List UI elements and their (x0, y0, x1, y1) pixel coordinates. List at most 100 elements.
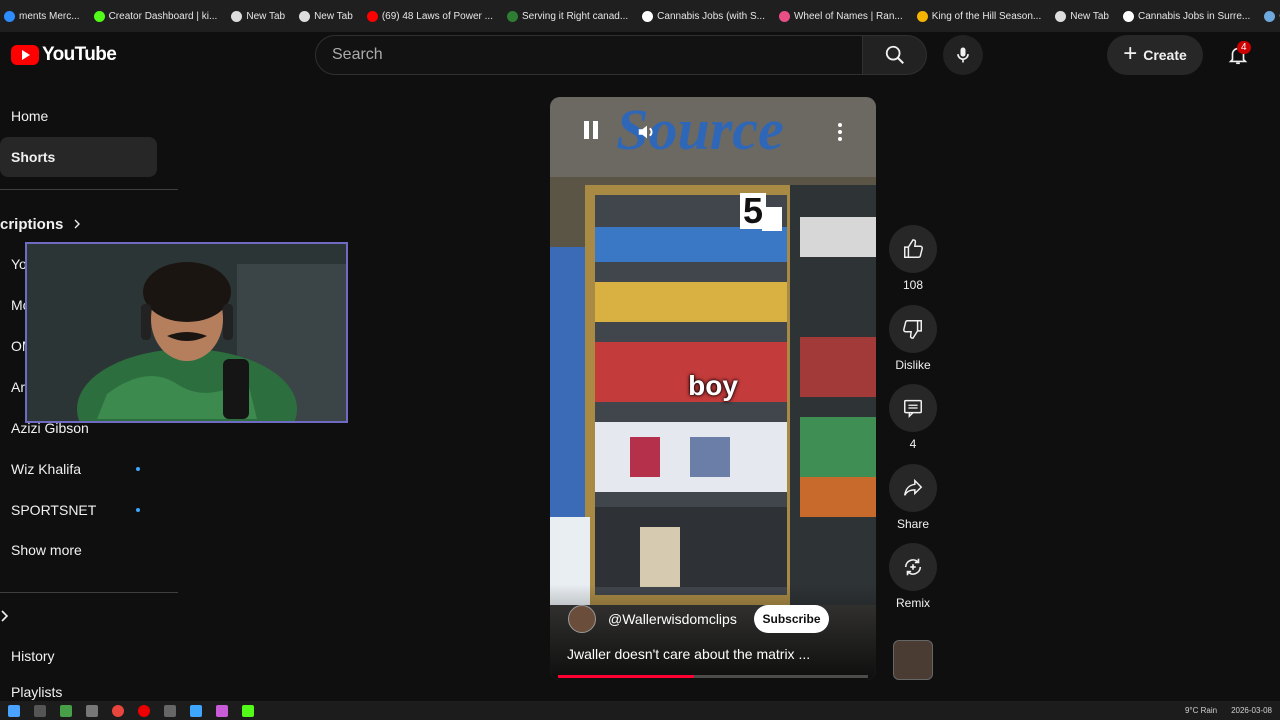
weather-readout[interactable]: 9°C Rain (1185, 706, 1217, 715)
search-box (315, 35, 863, 75)
bookmark-item[interactable]: Serving it Right canad... (506, 10, 629, 22)
plus-icon: + (1123, 40, 1138, 67)
subscribe-button[interactable]: Subscribe (754, 605, 829, 633)
dislike-button[interactable] (889, 305, 937, 353)
comments-button[interactable] (889, 384, 937, 432)
bookmark-item[interactable]: New Tab (299, 10, 353, 22)
bookmark-item[interactable]: New Tab (1055, 10, 1109, 22)
taskbar-app-icon[interactable] (216, 704, 228, 717)
bookmark-item[interactable]: Wheel of Names | Ran... (778, 10, 903, 22)
pause-button[interactable] (580, 121, 602, 143)
chrome-icon[interactable] (112, 704, 124, 717)
sidebar-item-home[interactable]: Home (0, 96, 157, 136)
webcam-overlay (25, 242, 348, 423)
new-content-dot (136, 467, 140, 471)
bookmark-item[interactable]: Quick Call - Naturopat... (1264, 10, 1280, 22)
bookmark-label: Wheel of Names | Ran... (793, 10, 903, 22)
masthead: YouTube + Create 4 (0, 32, 1280, 78)
taskbar-app-icon[interactable] (190, 704, 202, 717)
sidebar-item-shorts[interactable]: Shorts (0, 137, 157, 177)
taskbar-app-icon[interactable] (164, 704, 176, 717)
youtube-logo[interactable]: YouTube (11, 44, 117, 66)
bookmarks-bar: ments Merc... Creator Dashboard | ki... Ne… (0, 0, 1280, 32)
comment-icon (904, 399, 922, 419)
logo-text: YouTube (42, 44, 117, 65)
bookmark-favicon-icon (299, 10, 311, 22)
taskbar-app-icon[interactable] (86, 704, 98, 717)
bookmark-favicon-icon (4, 10, 15, 22)
bookmark-favicon-icon (506, 10, 518, 22)
pause-icon (593, 121, 598, 139)
share-button[interactable] (889, 464, 937, 512)
playback-progress-fill (558, 675, 695, 678)
dislike-action[interactable]: Dislike (889, 305, 937, 372)
bookmark-favicon-icon (1055, 10, 1067, 22)
clock-date[interactable]: 2026-03-08 (1231, 706, 1272, 715)
bookmark-favicon-icon (366, 10, 378, 22)
voice-search-button[interactable] (943, 35, 983, 75)
bookmark-favicon-icon (231, 10, 243, 22)
shorts-video-player[interactable]: Source 5 boy @Wallerwisdomclips Subscrib… (550, 97, 876, 680)
playback-progress-bar[interactable] (558, 675, 868, 678)
bookmark-favicon-icon (778, 10, 790, 22)
remix-action[interactable]: Remix (889, 543, 937, 610)
subscription-name: Wiz Khalifa (11, 461, 82, 477)
bookmark-label: ments Merc... (19, 10, 80, 22)
windows-start-icon[interactable] (8, 704, 20, 717)
sidebar-item-history[interactable]: History (0, 636, 157, 676)
notification-count-badge: 4 (1237, 41, 1251, 54)
chevron-right-icon[interactable] (0, 609, 10, 623)
share-action[interactable]: Share (889, 464, 937, 531)
bookmark-item[interactable]: King of the Hill Season... (916, 10, 1041, 22)
taskbar-app-icon[interactable] (242, 704, 254, 717)
create-label: Create (1143, 47, 1187, 63)
bookmark-item[interactable]: Creator Dashboard | ki... (93, 10, 217, 22)
sound-thumbnail[interactable] (893, 640, 933, 680)
store-sign-number: 5 (740, 193, 767, 229)
bookmark-item[interactable]: (69) 48 Laws of Power ... (366, 10, 493, 22)
short-info-overlay (550, 584, 876, 680)
short-title[interactable]: Jwaller doesn't care about the matrix ..… (567, 646, 810, 662)
search-icon (885, 45, 904, 64)
microphone-icon (957, 47, 969, 63)
sidebar-item-subscription[interactable]: Wiz Khalifa (0, 449, 157, 489)
subscriptions-title: criptions (0, 215, 64, 233)
channel-handle[interactable]: @Wallerwisdomclips (608, 611, 737, 627)
search-input[interactable] (332, 46, 846, 64)
bookmark-favicon-icon (1122, 10, 1134, 22)
bookmark-item[interactable]: ments Merc... (4, 10, 80, 22)
thumbs-down-icon (903, 320, 922, 339)
taskbar-app-icon[interactable] (34, 704, 46, 717)
bookmark-label: New Tab (246, 10, 286, 22)
bookmark-label: Serving it Right canad... (521, 10, 629, 22)
youtube-play-icon (11, 45, 39, 65)
show-more-button[interactable]: Show more (0, 530, 157, 570)
search-button[interactable] (863, 35, 927, 75)
create-button[interactable]: + Create (1107, 35, 1203, 75)
notifications-button[interactable]: 4 (1218, 35, 1258, 75)
like-button[interactable] (889, 225, 937, 273)
share-arrow-icon (904, 478, 923, 496)
bookmark-favicon-icon (1264, 10, 1276, 22)
chevron-right-icon (74, 219, 81, 229)
bookmark-label: Cannabis Jobs in Surre... (1137, 10, 1251, 22)
like-count: 108 (902, 278, 924, 292)
more-options-icon[interactable] (832, 121, 848, 143)
bookmark-item[interactable]: Cannabis Jobs (with S... (642, 10, 765, 22)
bookmark-item[interactable]: New Tab (231, 10, 286, 22)
video-caption: boy (688, 370, 738, 401)
volume-icon[interactable] (636, 121, 658, 143)
bookmark-item[interactable]: Cannabis Jobs in Surre... (1122, 10, 1251, 22)
os-taskbar: 9°C Rain 2026-03-08 (0, 701, 1280, 720)
taskbar-app-icon[interactable] (60, 704, 72, 717)
comments-action[interactable]: 4 (889, 384, 937, 451)
bookmark-favicon-icon (916, 10, 928, 22)
remix-button[interactable] (889, 543, 937, 591)
subscriptions-header[interactable]: criptions (0, 212, 85, 236)
dislike-label: Dislike (895, 358, 931, 372)
channel-avatar[interactable] (568, 605, 596, 633)
record-icon[interactable] (138, 704, 150, 717)
like-action[interactable]: 108 (889, 225, 937, 292)
sidebar-divider (0, 592, 178, 593)
sidebar-item-subscription[interactable]: SPORTSNET (0, 490, 157, 530)
